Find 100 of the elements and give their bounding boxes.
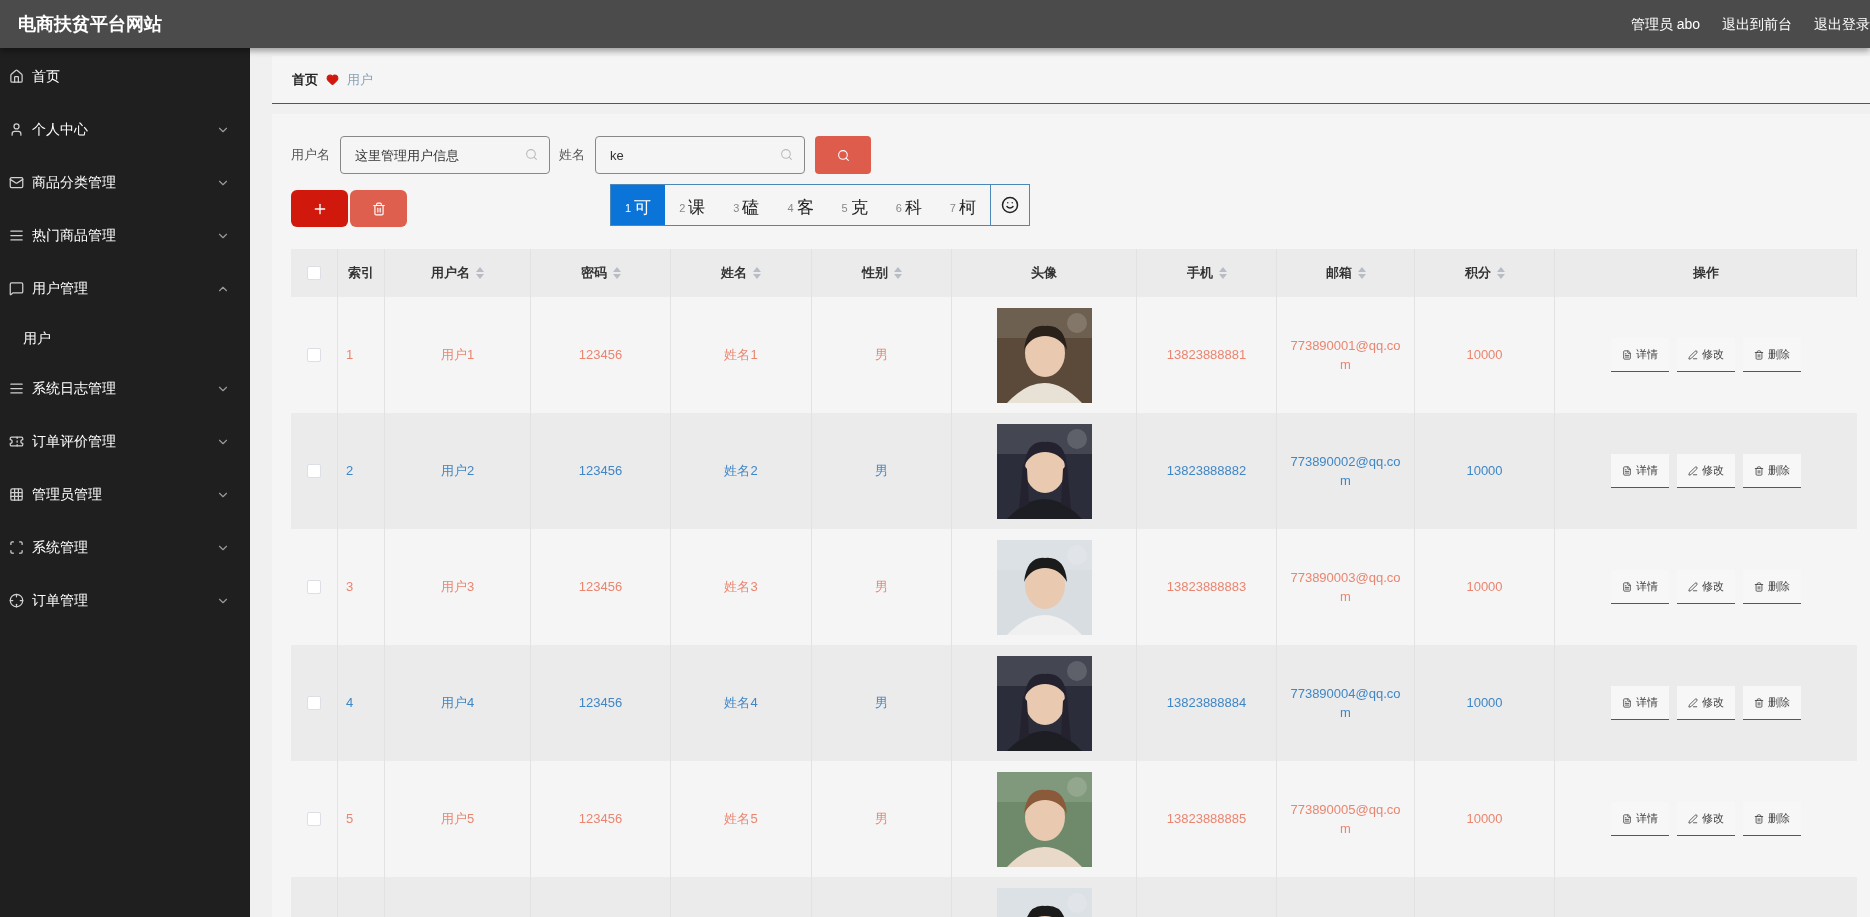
table-cell-text: 男 bbox=[875, 810, 888, 829]
action-button[interactable]: 修改 bbox=[1677, 686, 1735, 720]
action-button[interactable]: 删除 bbox=[1743, 686, 1801, 720]
search-field[interactable]: ke bbox=[595, 136, 805, 174]
table-cell-text: 123456 bbox=[578, 578, 623, 597]
column-header[interactable]: 用户名 bbox=[431, 263, 484, 283]
table-cell-text: 用户3 bbox=[440, 578, 475, 597]
delete-button[interactable] bbox=[350, 190, 407, 227]
table-cell-text: 773890003@qq.com bbox=[1289, 568, 1402, 606]
emoji-icon[interactable] bbox=[1000, 196, 1019, 214]
table-cell-text: 姓名5 bbox=[724, 810, 758, 829]
checkbox[interactable] bbox=[307, 348, 321, 362]
ime-candidate[interactable]: 3 磕 bbox=[719, 185, 774, 225]
ime-candidate[interactable]: 1 可 bbox=[611, 185, 666, 225]
sidebar-item[interactable]: 用户管理 bbox=[0, 262, 250, 315]
ime-candidate[interactable]: 4 客 bbox=[773, 185, 828, 225]
sidebar-item[interactable]: 管理员管理 bbox=[0, 468, 250, 521]
pen-icon bbox=[1688, 697, 1698, 708]
ime-candidate[interactable]: 6 科 bbox=[881, 185, 936, 225]
table-cell-text: 4 bbox=[346, 694, 354, 713]
document-icon bbox=[1622, 581, 1632, 592]
table-cell-text: 2 bbox=[346, 462, 354, 481]
sidebar-item[interactable]: 商品分类管理 bbox=[0, 156, 250, 209]
table-cell-text: 男 bbox=[875, 578, 888, 597]
action-button[interactable]: 删除 bbox=[1743, 454, 1801, 488]
table-cell-text: 5 bbox=[346, 810, 354, 829]
pen-icon bbox=[1688, 813, 1698, 824]
table-cell-text: 1 bbox=[346, 346, 354, 365]
column-header[interactable]: 密码 bbox=[580, 263, 621, 283]
pen-icon bbox=[1688, 465, 1698, 476]
trash-icon bbox=[1754, 349, 1764, 360]
checkbox[interactable] bbox=[307, 812, 321, 826]
table-cell-text: 773890004@qq.com bbox=[1289, 684, 1402, 722]
checkbox[interactable] bbox=[307, 464, 321, 478]
action-button[interactable]: 修改 bbox=[1677, 454, 1735, 488]
column-header[interactable]: 积分 bbox=[1464, 263, 1505, 283]
checkbox[interactable] bbox=[307, 580, 321, 594]
crosshair-icon bbox=[9, 593, 24, 608]
table-cell-text: 男 bbox=[875, 346, 888, 365]
sort-icon bbox=[893, 267, 902, 279]
sidebar-item[interactable]: 系统管理 bbox=[0, 521, 250, 574]
checkbox[interactable] bbox=[307, 696, 321, 710]
table-cell-text: 姓名4 bbox=[724, 694, 758, 713]
sidebar-item[interactable]: 系统日志管理 bbox=[0, 362, 250, 415]
sort-icon bbox=[753, 267, 761, 279]
trash-icon bbox=[1754, 813, 1764, 824]
table-cell-text: 10000 bbox=[1466, 578, 1503, 597]
table-cell-text: 3 bbox=[346, 578, 354, 597]
search-field[interactable]: 这里管理用户信息 bbox=[340, 136, 550, 174]
table-cell-text: 男 bbox=[875, 694, 888, 713]
sort-icon bbox=[1218, 267, 1227, 279]
document-icon bbox=[1622, 697, 1632, 708]
table-cell-text: 用户2 bbox=[440, 462, 475, 481]
search-icon bbox=[836, 148, 850, 162]
checkbox[interactable] bbox=[307, 266, 321, 280]
ime-candidate[interactable]: 2 课 bbox=[665, 185, 720, 225]
ime-candidate[interactable]: 7 柯 bbox=[935, 185, 990, 225]
table-cell-text: 773890002@qq.com bbox=[1289, 452, 1402, 490]
column-header[interactable]: 邮箱 bbox=[1325, 263, 1366, 283]
add-button[interactable] bbox=[291, 190, 348, 227]
table-cell-text: 13823888882 bbox=[1166, 462, 1247, 481]
header-link[interactable]: 退出到前台 bbox=[1722, 13, 1792, 35]
document-icon bbox=[1622, 349, 1632, 360]
header-link[interactable]: 退出登录 bbox=[1814, 13, 1870, 35]
sidebar-item[interactable]: 订单评价管理 bbox=[0, 415, 250, 468]
sort-icon bbox=[1496, 267, 1505, 279]
field-label: 用户名 bbox=[291, 146, 330, 165]
sidebar-item[interactable]: 个人中心 bbox=[0, 103, 250, 156]
table-cell-text: 用户4 bbox=[440, 694, 475, 713]
list-icon bbox=[9, 381, 24, 396]
table-cell-text: 10000 bbox=[1466, 346, 1503, 365]
column-header: 操作 bbox=[1692, 264, 1719, 283]
table-cell-text: 10000 bbox=[1466, 810, 1503, 829]
search-icon bbox=[525, 148, 538, 161]
trash-icon bbox=[1754, 697, 1764, 708]
column-header[interactable]: 性别 bbox=[861, 263, 902, 283]
sidebar-item[interactable]: 首页 bbox=[0, 50, 250, 103]
action-button[interactable]: 详情 bbox=[1611, 454, 1669, 488]
header-link[interactable]: 管理员 abo bbox=[1630, 13, 1700, 35]
heart-icon bbox=[326, 73, 339, 86]
sidebar-subitem[interactable]: 用户 bbox=[0, 315, 250, 362]
table-cell-text: 姓名2 bbox=[724, 462, 758, 481]
table-cell-text: 男 bbox=[875, 462, 888, 481]
ime-candidate[interactable]: 5 克 bbox=[827, 185, 882, 225]
site-title: 电商扶贫平台网站 bbox=[18, 12, 162, 36]
home-icon bbox=[9, 69, 24, 84]
chat-icon bbox=[9, 281, 24, 296]
breadcrumb-home[interactable]: 首页 bbox=[292, 69, 318, 90]
action-button[interactable]: 详情 bbox=[1611, 686, 1669, 720]
column-header[interactable]: 手机 bbox=[1186, 263, 1227, 283]
pen-icon bbox=[1688, 581, 1698, 592]
table-cell-text: 10000 bbox=[1466, 462, 1503, 481]
search-button[interactable] bbox=[815, 136, 871, 174]
trash-icon bbox=[1754, 581, 1764, 592]
trash-icon bbox=[371, 201, 386, 216]
column-header[interactable]: 姓名 bbox=[721, 263, 761, 283]
sort-icon bbox=[1357, 267, 1366, 279]
sidebar-item[interactable]: 订单管理 bbox=[0, 574, 250, 627]
sidebar-item[interactable]: 热门商品管理 bbox=[0, 209, 250, 262]
table-cell-text: 用户5 bbox=[440, 810, 475, 829]
